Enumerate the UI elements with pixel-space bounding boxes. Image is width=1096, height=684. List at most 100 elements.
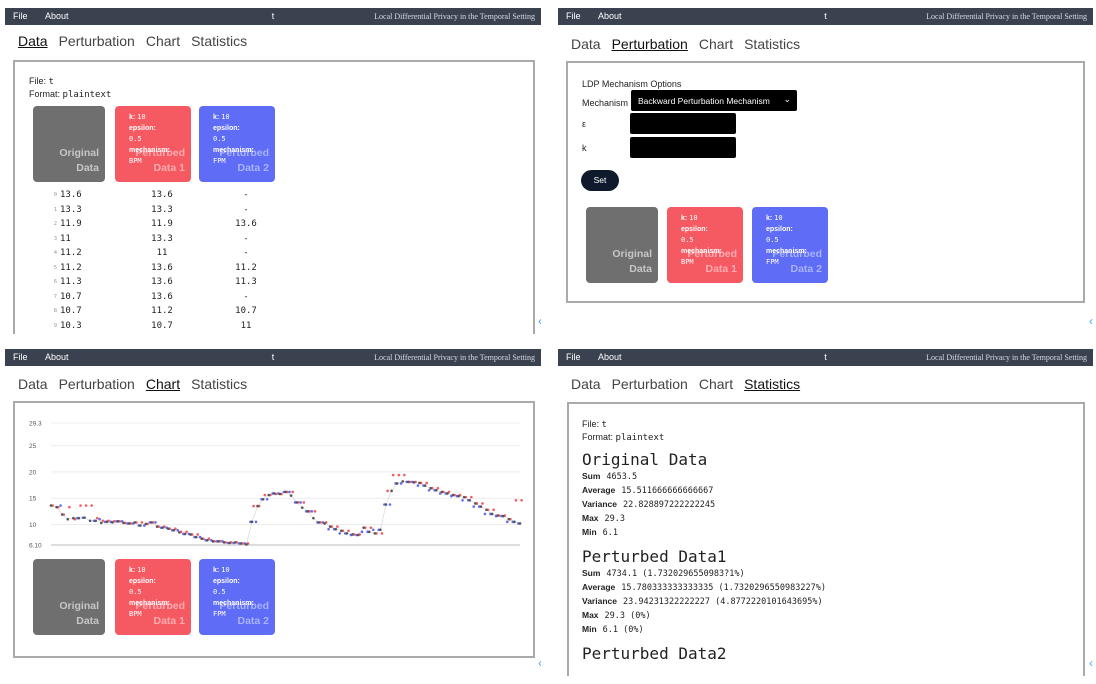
section-heading: Perturbed Data2 xyxy=(582,644,727,663)
table-row: 2 11.9 11.9 13.6 xyxy=(29,217,288,232)
tab-statistics[interactable]: Statistics xyxy=(744,376,800,392)
k-input[interactable] xyxy=(630,137,736,158)
table-cell: 13.6 xyxy=(235,219,257,230)
set-button[interactable]: Set xyxy=(581,170,619,191)
tab-chart[interactable]: Chart xyxy=(699,36,733,52)
original-point xyxy=(490,512,494,516)
original-data-card[interactable]: Original Data xyxy=(33,106,105,182)
table-cell: 11.2 xyxy=(60,248,82,259)
row-index: 6 xyxy=(53,279,57,286)
tab-data[interactable]: Data xyxy=(571,376,601,392)
original-point xyxy=(105,520,109,524)
chevron-left-icon[interactable]: ‹ xyxy=(538,314,541,328)
tab-statistics[interactable]: Statistics xyxy=(191,33,247,49)
title-bar: File About t Local Differential Privacy … xyxy=(558,349,1093,366)
app-title: Local Differential Privacy in the Tempor… xyxy=(926,12,1087,21)
perturbed2-point xyxy=(254,520,258,524)
original-point xyxy=(328,525,332,528)
table-cell: - xyxy=(243,204,249,215)
tab-bar: Data Perturbation Chart Statistics xyxy=(18,376,258,392)
table-cell: 13.3 xyxy=(151,204,173,215)
y-tick-label: 25 xyxy=(29,443,37,450)
section-heading: Perturbed Data1 xyxy=(582,547,727,566)
tab-statistics[interactable]: Statistics xyxy=(191,376,247,392)
chart-panel: 29.3 25 20 15 10 6.10 Original Data Perturbed D… xyxy=(13,401,535,658)
original-point xyxy=(379,528,382,532)
original-point xyxy=(222,541,226,544)
mechanism-select[interactable]: Backward Perturbation Mechanism ⌄ xyxy=(631,90,797,111)
tab-perturbation[interactable]: Perturbation xyxy=(612,36,688,52)
original-point xyxy=(518,522,522,525)
original-point xyxy=(228,541,231,545)
table-row: 5 11.2 13.6 11.2 xyxy=(29,261,288,276)
table-cell: - xyxy=(243,248,249,259)
perturbed-data-2-card[interactable]: Perturbed Data 2 k: 10 epsilon: 0.5 mecha… xyxy=(199,559,275,635)
table-cell: 11.2 xyxy=(60,262,82,273)
perturbed2-point xyxy=(59,504,62,507)
chevron-left-icon[interactable]: ‹ xyxy=(538,656,541,670)
row-index: 0 xyxy=(53,192,57,199)
chevron-left-icon[interactable]: ‹ xyxy=(1089,314,1093,328)
perturbed-data-1-card[interactable]: Perturbed Data 1 k: 10 epsilon: 0.5 mecha… xyxy=(667,207,743,283)
perturbed-data-2-card[interactable]: Perturbed Data 2 k: 10 epsilon: 0.5 mecha… xyxy=(752,207,828,283)
app-title: Local Differential Privacy in the Tempor… xyxy=(374,12,535,21)
tab-perturbation[interactable]: Perturbation xyxy=(59,33,135,49)
perturbed1-point xyxy=(336,525,339,528)
original-point xyxy=(312,516,315,520)
perturbed-data-1-card[interactable]: Perturbed Data 1 k: 10 epsilon: 0.5 mecha… xyxy=(115,106,191,182)
table-cell: 11.2 xyxy=(151,306,173,317)
perturbed1-point xyxy=(520,499,523,502)
original-point xyxy=(189,533,192,536)
chevron-left-icon[interactable]: ‹ xyxy=(1089,656,1093,670)
perturbed1-point xyxy=(140,521,144,524)
epsilon-input[interactable] xyxy=(630,113,736,134)
perturbed1-point xyxy=(470,495,473,499)
tab-chart[interactable]: Chart xyxy=(699,376,733,392)
tab-perturbation[interactable]: Perturbation xyxy=(612,376,688,392)
tab-perturbation[interactable]: Perturbation xyxy=(59,376,135,392)
original-point xyxy=(72,516,75,520)
tab-chart[interactable]: Chart xyxy=(146,33,180,49)
original-point xyxy=(211,540,215,543)
tab-chart[interactable]: Chart xyxy=(146,376,180,392)
table-row: 8 10.7 11.2 10.7 xyxy=(29,304,288,319)
original-point xyxy=(161,526,164,529)
perturbed1-point xyxy=(380,532,384,535)
section-heading: Original Data xyxy=(582,450,708,469)
card-params: k: 10 epsilon: 0.5 mechanism: BPM xyxy=(129,566,170,618)
window-statistics: File About t Local Differential Privacy … xyxy=(558,349,1093,676)
original-point xyxy=(155,525,159,528)
table-cell: 13.3 xyxy=(60,204,82,215)
mechanism-label: Mechanism xyxy=(582,98,629,108)
scatter-chart: 29.3 25 20 15 10 6.10 xyxy=(29,421,523,550)
mechanism-selected-value: Backward Perturbation Mechanism xyxy=(638,96,770,106)
perturbed-data-2-card[interactable]: Perturbed Data 2 k: 10 epsilon: 0.5 mecha… xyxy=(199,106,275,182)
table-cell: 11 xyxy=(60,233,71,244)
card-params: k: 10 epsilon: 0.5 mechanism: FPM xyxy=(766,214,807,266)
original-point xyxy=(194,535,198,539)
table-cell: 11.3 xyxy=(60,277,82,288)
original-point xyxy=(507,517,511,521)
tab-data[interactable]: Data xyxy=(18,376,48,392)
original-point xyxy=(83,516,86,519)
perturbed1-point xyxy=(481,502,484,505)
table-cell: 11 xyxy=(156,248,168,259)
original-data-card[interactable]: Original Data xyxy=(33,559,105,635)
tab-data[interactable]: Data xyxy=(18,33,48,49)
original-point xyxy=(496,514,499,517)
original-point xyxy=(77,516,81,520)
perturbed1-point xyxy=(101,519,105,523)
perturbed1-point xyxy=(263,493,267,497)
perturbed2-point xyxy=(461,499,464,502)
perturbed-data-1-card[interactable]: Perturbed Data 1 k: 10 epsilon: 0.5 mecha… xyxy=(115,559,191,635)
tab-data[interactable]: Data xyxy=(571,36,601,52)
original-data-card[interactable]: Original Data xyxy=(586,207,658,283)
perturbed-data2-stats: Perturbed Data2 xyxy=(582,644,727,664)
row-index: 9 xyxy=(53,322,57,329)
original-point xyxy=(256,504,259,508)
original-point xyxy=(267,493,271,497)
tab-statistics[interactable]: Statistics xyxy=(744,36,800,52)
table-cell: 11.9 xyxy=(151,219,173,230)
original-point xyxy=(390,489,393,493)
card-params: k: 10 epsilon: 0.5 mechanism: BPM xyxy=(681,214,722,266)
